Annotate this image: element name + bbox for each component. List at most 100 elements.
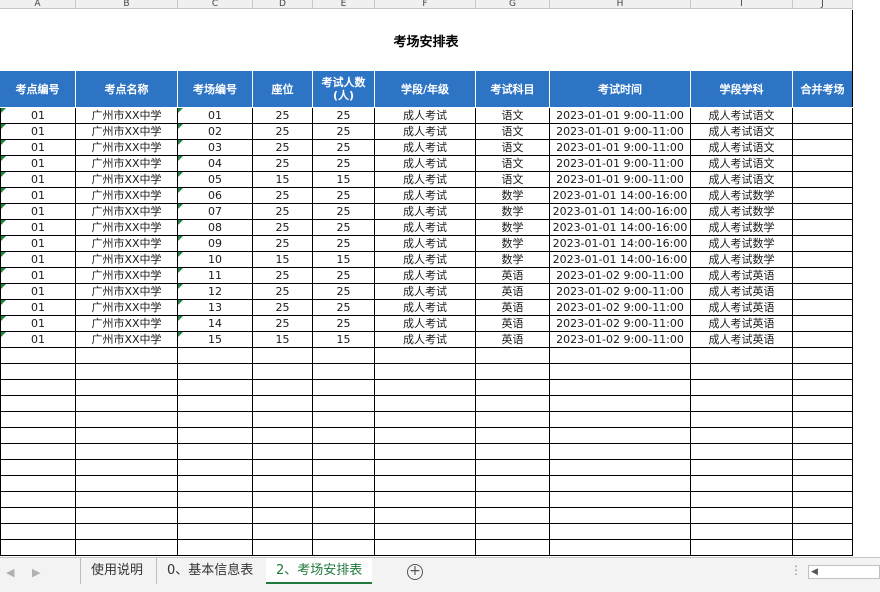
cell-subject[interactable]: 英语 bbox=[476, 300, 550, 316]
empty-cell[interactable] bbox=[375, 524, 476, 540]
column-header-f[interactable]: F bbox=[375, 0, 476, 9]
cell-exam-time[interactable]: 2023-01-01 9:00-11:00 bbox=[550, 156, 691, 172]
empty-cell[interactable] bbox=[0, 476, 76, 492]
cell-point-name[interactable]: 广州市XX中学 bbox=[76, 252, 178, 268]
empty-cell[interactable] bbox=[375, 380, 476, 396]
empty-cell[interactable] bbox=[793, 364, 853, 380]
cell-grade-subject[interactable]: 成人考试数学 bbox=[691, 220, 793, 236]
empty-cell[interactable] bbox=[313, 364, 375, 380]
empty-cell[interactable] bbox=[253, 428, 313, 444]
empty-cell[interactable] bbox=[313, 508, 375, 524]
empty-cell[interactable] bbox=[76, 540, 178, 556]
empty-cell[interactable] bbox=[0, 364, 76, 380]
cell-exam-time[interactable]: 2023-01-01 9:00-11:00 bbox=[550, 140, 691, 156]
empty-cell[interactable] bbox=[476, 412, 550, 428]
empty-cell[interactable] bbox=[76, 492, 178, 508]
empty-cell[interactable] bbox=[691, 540, 793, 556]
cell-grade-subject[interactable]: 成人考试英语 bbox=[691, 332, 793, 348]
empty-cell[interactable] bbox=[253, 348, 313, 364]
cell-room-id[interactable]: 13 bbox=[178, 300, 253, 316]
cell-grade[interactable]: 成人考试 bbox=[375, 332, 476, 348]
cell-grade-subject[interactable]: 成人考试英语 bbox=[691, 316, 793, 332]
empty-cell[interactable] bbox=[550, 428, 691, 444]
cell-merge-room[interactable] bbox=[793, 156, 853, 172]
empty-cell[interactable] bbox=[691, 460, 793, 476]
cell-point-name[interactable]: 广州市XX中学 bbox=[76, 332, 178, 348]
cell-exam-time[interactable]: 2023-01-01 14:00-16:00 bbox=[550, 188, 691, 204]
cell-exam-time[interactable]: 2023-01-01 14:00-16:00 bbox=[550, 252, 691, 268]
cell-point-id[interactable]: 01 bbox=[0, 316, 76, 332]
empty-cell[interactable] bbox=[793, 428, 853, 444]
empty-cell[interactable] bbox=[793, 508, 853, 524]
empty-cell[interactable] bbox=[476, 492, 550, 508]
empty-cell[interactable] bbox=[550, 364, 691, 380]
cell-seat[interactable]: 25 bbox=[253, 124, 313, 140]
empty-cell[interactable] bbox=[0, 460, 76, 476]
column-header-c[interactable]: C bbox=[178, 0, 253, 9]
cell-grade[interactable]: 成人考试 bbox=[375, 124, 476, 140]
empty-cell[interactable] bbox=[793, 476, 853, 492]
column-header-b[interactable]: B bbox=[76, 0, 178, 9]
cell-point-name[interactable]: 广州市XX中学 bbox=[76, 124, 178, 140]
empty-cell[interactable] bbox=[313, 460, 375, 476]
cell-grade-subject[interactable]: 成人考试英语 bbox=[691, 268, 793, 284]
cell-room-id[interactable]: 15 bbox=[178, 332, 253, 348]
add-sheet-button[interactable]: + bbox=[407, 564, 423, 580]
cell-point-id[interactable]: 01 bbox=[0, 220, 76, 236]
cell-subject[interactable]: 数学 bbox=[476, 252, 550, 268]
empty-cell[interactable] bbox=[0, 396, 76, 412]
cell-grade-subject[interactable]: 成人考试语文 bbox=[691, 140, 793, 156]
empty-cell[interactable] bbox=[476, 540, 550, 556]
sheet-title[interactable]: 考场安排表 bbox=[0, 10, 853, 71]
empty-cell[interactable] bbox=[76, 396, 178, 412]
cell-point-id[interactable]: 01 bbox=[0, 156, 76, 172]
cell-point-id[interactable]: 01 bbox=[0, 188, 76, 204]
empty-cell[interactable] bbox=[550, 380, 691, 396]
header-seat[interactable]: 座位 bbox=[253, 71, 313, 107]
empty-cell[interactable] bbox=[375, 444, 476, 460]
cell-exam-count[interactable]: 25 bbox=[313, 124, 375, 140]
empty-cell[interactable] bbox=[76, 348, 178, 364]
cell-merge-room[interactable] bbox=[793, 332, 853, 348]
cell-exam-count[interactable]: 15 bbox=[313, 252, 375, 268]
empty-cell[interactable] bbox=[178, 348, 253, 364]
empty-cell[interactable] bbox=[375, 476, 476, 492]
cell-point-id[interactable]: 01 bbox=[0, 124, 76, 140]
empty-cell[interactable] bbox=[253, 508, 313, 524]
cell-seat[interactable]: 15 bbox=[253, 332, 313, 348]
cell-seat[interactable]: 25 bbox=[253, 316, 313, 332]
empty-cell[interactable] bbox=[0, 444, 76, 460]
cell-exam-count[interactable]: 25 bbox=[313, 316, 375, 332]
empty-cell[interactable] bbox=[550, 540, 691, 556]
cell-grade-subject[interactable]: 成人考试英语 bbox=[691, 300, 793, 316]
cell-grade-subject[interactable]: 成人考试语文 bbox=[691, 156, 793, 172]
empty-cell[interactable] bbox=[476, 348, 550, 364]
cell-point-name[interactable]: 广州市XX中学 bbox=[76, 188, 178, 204]
cell-subject[interactable]: 数学 bbox=[476, 188, 550, 204]
cell-point-id[interactable]: 01 bbox=[0, 140, 76, 156]
empty-cell[interactable] bbox=[76, 508, 178, 524]
empty-cell[interactable] bbox=[691, 396, 793, 412]
cell-merge-room[interactable] bbox=[793, 284, 853, 300]
empty-cell[interactable] bbox=[253, 364, 313, 380]
cell-grade[interactable]: 成人考试 bbox=[375, 268, 476, 284]
empty-cell[interactable] bbox=[793, 412, 853, 428]
header-point-id[interactable]: 考点编号 bbox=[0, 71, 76, 107]
empty-cell[interactable] bbox=[375, 412, 476, 428]
cell-merge-room[interactable] bbox=[793, 172, 853, 188]
cell-subject[interactable]: 数学 bbox=[476, 204, 550, 220]
cell-seat[interactable]: 25 bbox=[253, 284, 313, 300]
column-header-g[interactable]: G bbox=[476, 0, 550, 9]
empty-cell[interactable] bbox=[76, 476, 178, 492]
empty-cell[interactable] bbox=[178, 428, 253, 444]
empty-cell[interactable] bbox=[375, 364, 476, 380]
cell-point-name[interactable]: 广州市XX中学 bbox=[76, 156, 178, 172]
cell-merge-room[interactable] bbox=[793, 220, 853, 236]
empty-cell[interactable] bbox=[313, 476, 375, 492]
empty-cell[interactable] bbox=[793, 396, 853, 412]
cell-subject[interactable]: 语文 bbox=[476, 140, 550, 156]
cell-exam-time[interactable]: 2023-01-01 9:00-11:00 bbox=[550, 124, 691, 140]
empty-cell[interactable] bbox=[0, 428, 76, 444]
cell-exam-count[interactable]: 25 bbox=[313, 236, 375, 252]
cell-exam-count[interactable]: 25 bbox=[313, 188, 375, 204]
